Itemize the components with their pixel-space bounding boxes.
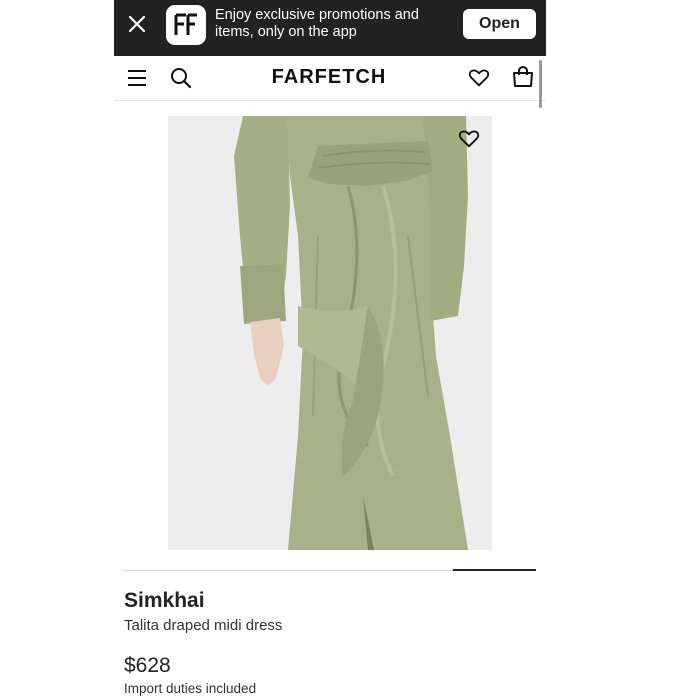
app-logo-icon [166,5,206,45]
product-image[interactable] [168,116,492,550]
product-price: $628 [124,654,171,677]
app-screen: Enjoy exclusive promotions and items, on… [114,0,546,700]
import-duties-note: Import duties included [124,681,257,696]
site-header: FARFETCH [114,56,546,101]
brand-logo[interactable]: FARFETCH [244,66,414,89]
search-icon[interactable] [169,66,193,90]
hamburger-menu-icon[interactable] [126,67,148,89]
close-icon[interactable] [126,13,148,35]
designer-name[interactable]: Simkhai [124,589,205,613]
shopping-bag-icon[interactable] [511,65,535,89]
open-app-button[interactable]: Open [463,9,536,39]
product-name: Talita draped midi dress [124,617,283,634]
dress-photo [168,116,492,550]
heart-icon[interactable] [458,128,480,150]
scrollbar[interactable] [539,60,542,108]
image-carousel-indicator[interactable] [453,569,536,571]
heart-icon[interactable] [468,67,490,89]
promo-message: Enjoy exclusive promotions and items, on… [215,7,419,40]
app-promo-banner: Enjoy exclusive promotions and items, on… [114,0,546,56]
